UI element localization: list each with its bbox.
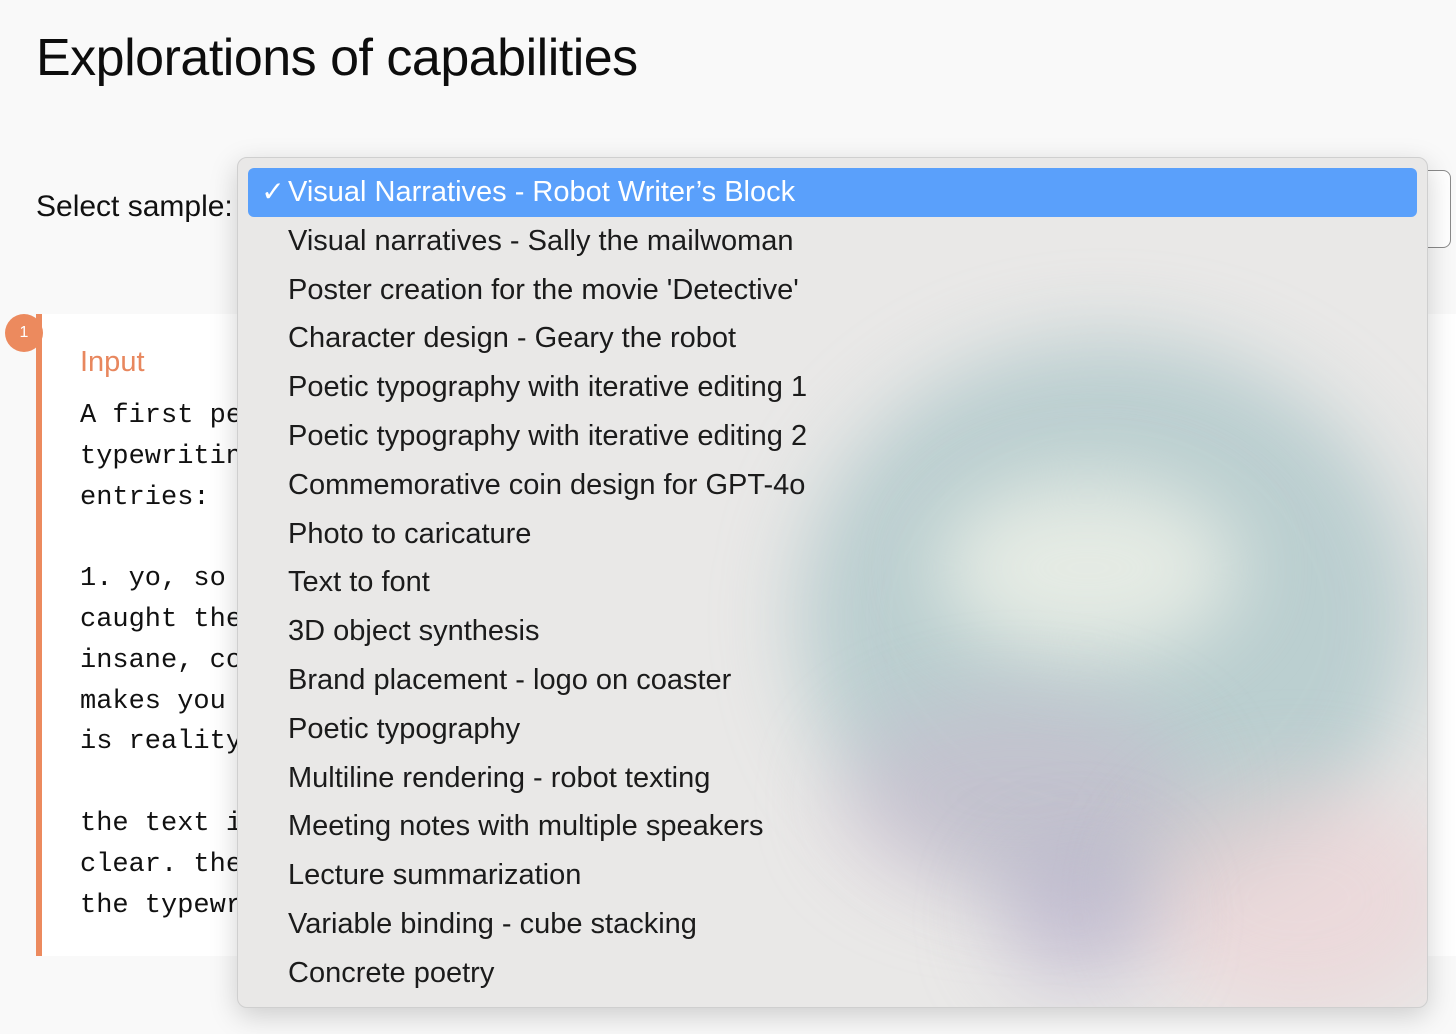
- dropdown-option[interactable]: Character design - Geary the robot: [248, 314, 1417, 363]
- select-sample-label: Select sample:: [36, 190, 233, 223]
- dropdown-option[interactable]: Visual narratives - Sally the mailwoman: [248, 217, 1417, 266]
- dropdown-option[interactable]: Concrete poetry: [248, 949, 1417, 998]
- dropdown-option-label: Photo to caricature: [288, 517, 532, 550]
- dropdown-option[interactable]: Meeting notes with multiple speakers: [248, 802, 1417, 851]
- input-text-line: A first pe: [80, 401, 240, 431]
- dropdown-options-list: ✓ Visual Narratives - Robot Writer’s Bloc…: [238, 168, 1427, 998]
- dropdown-option[interactable]: Poster creation for the movie 'Detective…: [248, 266, 1417, 315]
- input-text-line: entries:: [80, 482, 210, 513]
- input-text-line: the typewr: [80, 890, 240, 921]
- dropdown-option-label: Poetic typography with iterative editing…: [288, 419, 808, 452]
- dropdown-option-label: Visual narratives - Sally the mailwoman: [288, 224, 794, 257]
- dropdown-option-label: Meeting notes with multiple speakers: [288, 810, 764, 843]
- input-text-line: [80, 763, 240, 804]
- input-text-line: [80, 518, 240, 559]
- input-text-line: clear. the: [80, 849, 240, 880]
- page-title: Explorations of capabilities: [36, 29, 638, 87]
- input-prompt-text: A first pe typewritin entries: 1. yo, so ca…: [80, 396, 240, 956]
- dropdown-option-label: Poetic typography with iterative editing…: [288, 371, 808, 404]
- dropdown-option[interactable]: Poetic typography: [248, 705, 1417, 754]
- dropdown-option[interactable]: Commemorative coin design for GPT-4o: [248, 461, 1417, 510]
- input-text-line: caught the: [80, 604, 240, 635]
- dropdown-option[interactable]: ✓ Visual Narratives - Robot Writer’s Bloc…: [248, 168, 1417, 217]
- dropdown-option[interactable]: Multiline rendering - robot texting: [248, 754, 1417, 803]
- dropdown-option-label: Variable binding - cube stacking: [288, 907, 697, 940]
- dropdown-option-label: 3D object synthesis: [288, 615, 540, 648]
- dropdown-option[interactable]: Poetic typography with iterative editing…: [248, 363, 1417, 412]
- input-text-line: insane, co: [80, 645, 240, 676]
- dropdown-option[interactable]: Brand placement - logo on coaster: [248, 656, 1417, 705]
- input-text-line: the text i: [80, 808, 240, 839]
- card-accent-bar: [36, 314, 42, 956]
- dropdown-option[interactable]: 3D object synthesis: [248, 607, 1417, 656]
- checkmark-icon: ✓: [261, 176, 285, 207]
- step-number-badge: 1: [5, 314, 43, 352]
- dropdown-option-label: Poetic typography: [288, 712, 521, 745]
- dropdown-option-label: Poster creation for the movie 'Detective…: [288, 273, 799, 306]
- dropdown-option[interactable]: Poetic typography with iterative editing…: [248, 412, 1417, 461]
- dropdown-option-label: Visual Narratives - Robot Writer’s Block: [288, 176, 796, 208]
- dropdown-option[interactable]: Photo to caricature: [248, 510, 1417, 559]
- dropdown-option-label: Concrete poetry: [288, 956, 495, 989]
- dropdown-option[interactable]: Lecture summarization: [248, 851, 1417, 900]
- input-text-line: is reality: [80, 727, 240, 758]
- dropdown-option-label: Text to font: [288, 566, 430, 599]
- dropdown-option-label: Commemorative coin design for GPT-4o: [288, 468, 806, 501]
- dropdown-option[interactable]: Variable binding - cube stacking: [248, 900, 1417, 949]
- input-text-line: typewritin: [80, 441, 240, 472]
- dropdown-option-label: Character design - Geary the robot: [288, 322, 737, 355]
- dropdown-option-label: Brand placement - logo on coaster: [288, 663, 732, 696]
- dropdown-option-label: Multiline rendering - robot texting: [288, 761, 711, 794]
- input-text-line: makes you: [80, 686, 226, 717]
- sample-dropdown-menu: ✓ Visual Narratives - Robot Writer’s Bloc…: [237, 157, 1428, 1008]
- input-text-line: 1. yo, so: [80, 564, 226, 595]
- dropdown-option[interactable]: Text to font: [248, 558, 1417, 607]
- dropdown-option-label: Lecture summarization: [288, 859, 582, 892]
- input-heading: Input: [80, 346, 145, 378]
- page: Explorations of capabilities Select samp…: [0, 0, 1456, 1034]
